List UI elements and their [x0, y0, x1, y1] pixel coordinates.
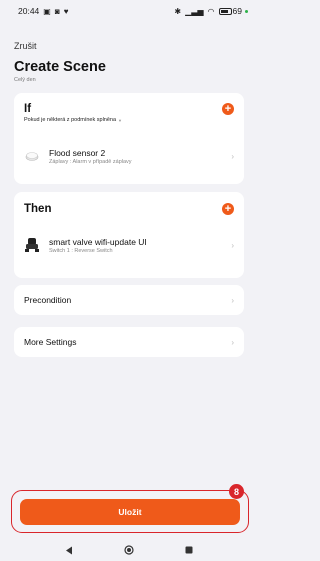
chevron-right-icon: ›: [231, 240, 234, 250]
valve-icon: [24, 237, 40, 253]
action-item[interactable]: smart valve wifi-update UI Switch 1 : Re…: [14, 230, 244, 260]
condition-mode-label: Pokud je některá z podmínek splněna: [24, 117, 117, 123]
header: Zrušit Create Scene Celý den: [0, 22, 258, 83]
camera-icon: ◙: [54, 6, 60, 16]
condition-detail: Záplavy : Alarm v případě záplavy: [49, 158, 132, 165]
more-settings-label: More Settings: [24, 337, 77, 347]
if-title: If: [24, 103, 32, 115]
charging-dot: [245, 9, 248, 13]
chevron-right-icon: ›: [231, 295, 234, 305]
battery-icon: 69: [218, 6, 248, 16]
chevron-right-icon: ›: [231, 337, 234, 347]
precondition-card[interactable]: Precondition ›: [14, 285, 244, 315]
back-icon[interactable]: [63, 544, 75, 556]
chevron-right-icon: ›: [231, 151, 234, 161]
home-icon[interactable]: [123, 544, 135, 556]
action-detail: Switch 1 : Reverse Switch: [49, 247, 113, 254]
signal-icon: ▁▃▅: [185, 6, 204, 16]
add-condition-button[interactable]: +: [222, 103, 234, 115]
battery-level: 69: [232, 6, 242, 16]
bluetooth-icon: ✱: [174, 6, 182, 16]
add-icon: +: [224, 203, 232, 215]
recents-icon[interactable]: [183, 544, 195, 556]
save-button[interactable]: Uložit: [20, 499, 240, 525]
condition-item[interactable]: Flood sensor 2 Záplavy : Alarm v případě…: [14, 142, 244, 170]
status-time: 20:44: [18, 6, 40, 16]
precondition-label: Precondition: [24, 295, 72, 305]
condition-device-name: Flood sensor 2: [49, 147, 106, 158]
step-badge: 8: [229, 484, 244, 499]
flood-sensor-icon: [24, 148, 40, 164]
if-card: If + Pokud je některá z podmínek splněna…: [14, 93, 244, 184]
notification-icon: ♥: [63, 6, 69, 16]
cancel-button[interactable]: Zrušit: [14, 41, 37, 51]
wifi-icon: ◠: [207, 6, 215, 16]
then-title: Then: [24, 203, 52, 215]
more-settings-card[interactable]: More Settings ›: [14, 327, 244, 357]
navigation-bar: [0, 539, 258, 561]
gallery-icon: ▣: [43, 6, 51, 16]
status-bar: 20:44 ▣ ◙ ♥ ✱ ▁▃▅ ◠ 69: [0, 0, 258, 22]
save-highlight: Uložit 8: [11, 484, 249, 533]
condition-mode-selector[interactable]: Pokud je některá z podmínek splněna ▼: [14, 115, 244, 123]
dropdown-icon: ▼: [118, 117, 122, 123]
then-card: Then + smart valve wifi-update UI Switch…: [14, 192, 244, 278]
add-icon: +: [224, 103, 232, 115]
add-action-button[interactable]: +: [222, 203, 234, 215]
action-device-name: smart valve wifi-update UI: [49, 236, 147, 247]
schedule-subtitle[interactable]: Celý den: [14, 77, 244, 83]
page-title: Create Scene: [14, 59, 106, 75]
